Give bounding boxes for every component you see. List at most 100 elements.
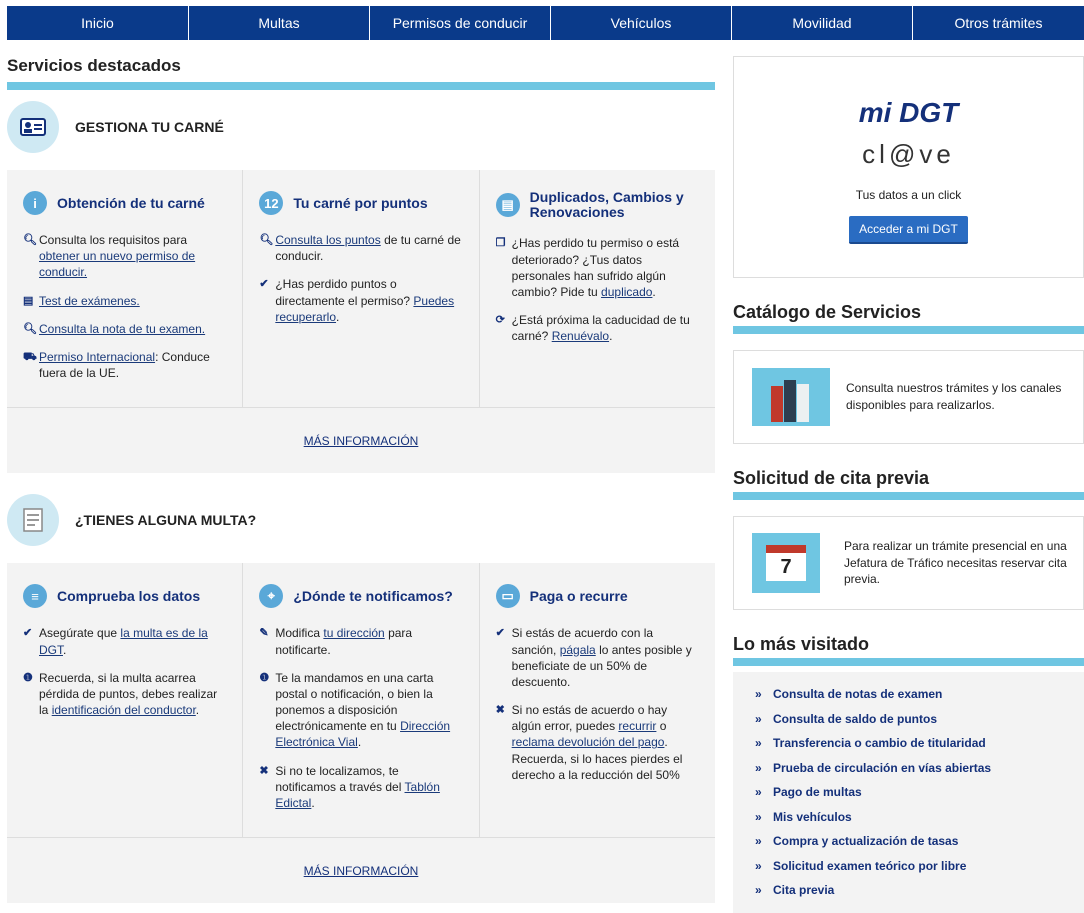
list-item: ❐ ¿Has perdido tu permiso o está deterior… <box>495 236 680 299</box>
cita-box[interactable]: 7 Para realizar un trámite presencial en… <box>733 516 1084 610</box>
link-pagala[interactable]: págala <box>560 643 596 657</box>
nav-multas[interactable]: Multas <box>189 6 370 40</box>
carne-col-duplicados: ▤ Duplicados, Cambios y Renovaciones ❐ ¿Ha… <box>480 170 715 407</box>
list-item: ⟳ ¿Está próxima la caducidad de tu carné?… <box>495 313 690 344</box>
multa-panel: ≡ Comprueba los datos ✔ Asegúrate que la m… <box>7 563 715 904</box>
link-duplicado[interactable]: duplicado <box>601 285 652 299</box>
nav-vehiculos[interactable]: Vehículos <box>551 6 732 40</box>
alert-icon: ❶ <box>23 671 33 684</box>
visitado-item[interactable]: » Cita previa <box>755 878 1062 903</box>
check-icon: ✔ <box>495 627 505 640</box>
books-icon <box>752 368 830 426</box>
visitado-item[interactable]: » Transferencia o cambio de titularidad <box>755 731 1062 756</box>
list-item: ✔ ¿Has perdido puntos o directamente el p… <box>259 277 455 324</box>
edit-icon: ✎ <box>259 627 269 640</box>
link-recurrir[interactable]: recurrir <box>618 719 656 733</box>
link-internacional[interactable]: Permiso Internacional <box>39 350 155 364</box>
list-item: ❶ Recuerda, si la multa acarrea pérdida d… <box>23 670 218 718</box>
multa-title: ¿TIENES ALGUNA MULTA? <box>75 512 257 529</box>
visitado-item[interactable]: » Prueba de circulación en vías abiertas <box>755 756 1062 781</box>
access-midgt-button[interactable]: Acceder a mi DGT <box>849 216 968 244</box>
check-icon: ✔ <box>23 627 33 640</box>
link-test[interactable]: Test de exámenes. <box>39 293 140 309</box>
more-info-link[interactable]: MÁS INFORMACIÓN <box>304 434 419 448</box>
nav-permisos[interactable]: Permisos de conducir <box>370 6 551 40</box>
col-title: Tu carné por puntos <box>293 194 428 211</box>
list-item: 🔍︎ Consulta los puntos de tu carné de con… <box>259 233 461 264</box>
col-title: Comprueba los datos <box>57 587 201 604</box>
carne-more[interactable]: MÁS INFORMACIÓN <box>7 407 715 473</box>
list-item: ✔ Si estás de acuerdo con la sanción, pág… <box>495 626 692 689</box>
refresh-icon: ⟳ <box>495 314 505 327</box>
carne-header: GESTIONA TU CARNÉ <box>7 90 715 164</box>
file-icon: ▤ <box>495 192 520 217</box>
list-item: ▤ Test de exámenes. <box>23 293 226 309</box>
double-chevron-icon: » <box>755 760 762 775</box>
double-chevron-icon: » <box>755 883 762 898</box>
link-identificacion[interactable]: identificación del conductor <box>52 703 196 717</box>
multa-col-notificamos: ⌖ ¿Dónde te notificamos? ✎ Modifica tu dir… <box>243 563 480 838</box>
catalogo-box[interactable]: Consulta nuestros trámites y los canales… <box>733 350 1084 444</box>
visitado-item[interactable]: » Consulta de saldo de puntos <box>755 707 1062 732</box>
list-item: ✔ Asegúrate que la multa es de la DGT. <box>23 626 208 657</box>
midgt-box: mi DGT cl@ve Tus datos a un click Accede… <box>733 56 1084 278</box>
link-nota[interactable]: Consulta la nota de tu examen. <box>39 321 205 337</box>
visitado-item[interactable]: » Pago de multas <box>755 780 1062 805</box>
accent-bar <box>733 658 1084 666</box>
cita-text: Para realizar un trámite presencial en u… <box>844 538 1067 587</box>
link-nuevo-permiso[interactable]: obtener un nuevo permiso de conducir. <box>39 249 195 279</box>
list-item: 🔍︎ Consulta la nota de tu examen. <box>23 321 226 337</box>
info-icon: i <box>23 191 47 215</box>
link-direccion[interactable]: tu dirección <box>323 626 384 640</box>
col-title: Duplicados, Cambios y Renovaciones <box>529 189 684 220</box>
col-title: ¿Dónde te notificamos? <box>293 587 453 604</box>
nav-movilidad[interactable]: Movilidad <box>732 6 913 40</box>
carne-panel: i Obtención de tu carné 🔍︎ Consulta los re… <box>7 170 715 474</box>
accent-bar <box>733 492 1084 500</box>
visitado-item[interactable]: » Mis vehículos <box>755 805 1062 830</box>
accent-bar <box>733 326 1084 334</box>
right-column: mi DGT cl@ve Tus datos a un click Accede… <box>733 56 1084 913</box>
check-icon: ✔ <box>259 278 269 291</box>
carne-title: GESTIONA TU CARNÉ <box>75 119 224 135</box>
visitado-item[interactable]: » Consulta de notas de examen <box>755 682 1062 707</box>
car-icon: ⛟ <box>23 350 37 363</box>
midgt-logo: mi DGT <box>858 97 959 128</box>
more-info-link[interactable]: MÁS INFORMACIÓN <box>304 864 419 878</box>
col-title: Obtención de tu carné <box>57 194 205 211</box>
nav-otros[interactable]: Otros trámites <box>913 6 1084 40</box>
link-renovar[interactable]: Renuévalo <box>552 329 609 343</box>
col-title: Paga o recurre <box>529 587 628 604</box>
list-item: ⛟ Permiso Internacional: Conduce fuera de… <box>23 349 210 381</box>
double-chevron-icon: » <box>755 834 762 849</box>
multa-more[interactable]: MÁS INFORMACIÓN <box>7 837 715 903</box>
search-icon: 🔍︎ <box>259 234 274 246</box>
document-icon <box>7 494 59 547</box>
multa-col-paga: ▭ Paga o recurre ✔ Si estás de acuerdo con… <box>480 563 715 837</box>
copy-icon: ❐ <box>495 237 506 250</box>
visitado-title: Lo más visitado <box>733 634 870 654</box>
catalogo-text: Consulta nuestros trámites y los canales… <box>846 381 1062 412</box>
double-chevron-icon: » <box>755 785 762 800</box>
list-icon: ≡ <box>23 584 47 609</box>
visitado-item[interactable]: » Solicitud examen teórico por libre <box>755 854 1062 879</box>
visitado-item[interactable]: » Compra y actualización de tasas <box>755 829 1062 854</box>
search-icon: 🔍︎ <box>23 234 37 246</box>
nav-inicio[interactable]: Inicio <box>7 6 189 40</box>
visitado-list: » Consulta de notas de examen » Consulta d… <box>733 672 1084 913</box>
credit-card-icon: ▭ <box>495 584 520 609</box>
double-chevron-icon: » <box>755 809 762 824</box>
accent-bar <box>7 82 715 90</box>
link-puntos[interactable]: Consulta los puntos <box>275 233 380 247</box>
twelve-icon: 12 <box>259 191 284 215</box>
carne-col-puntos: 12 Tu carné por puntos 🔍︎ Consulta los pun… <box>243 170 480 408</box>
double-chevron-icon: » <box>755 711 762 726</box>
list-item: 🔍︎ Consulta los requisitos para obtener u… <box>23 233 196 280</box>
double-chevron-icon: » <box>755 687 762 702</box>
list-item: ✖ Si no estás de acuerdo o hay algún erro… <box>495 703 683 782</box>
double-chevron-icon: » <box>755 858 762 873</box>
clave-logo: cl@ve <box>862 139 955 169</box>
document-icon: ▤ <box>23 294 34 307</box>
multa-header: ¿TIENES ALGUNA MULTA? <box>7 483 715 557</box>
link-devolucion[interactable]: reclama devolución del pago <box>512 735 665 749</box>
